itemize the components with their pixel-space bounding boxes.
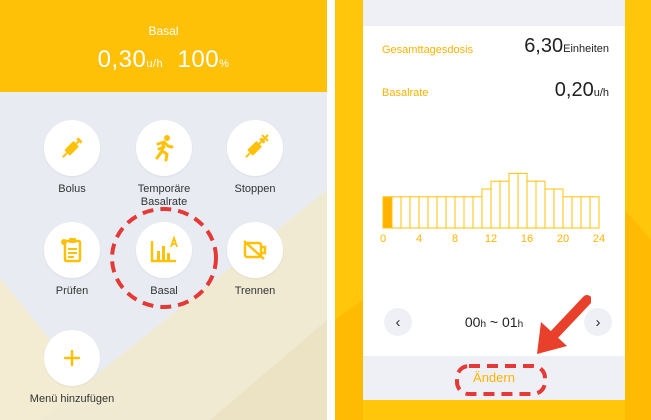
- syringe-icon: [62, 137, 83, 158]
- tick-4: 4: [415, 233, 423, 245]
- time-end: 01: [501, 314, 518, 330]
- basal-bar-hour-15[interactable]: [517, 172, 528, 229]
- basal-rate-number: 0,20: [554, 79, 594, 101]
- stop-label: Stoppen: [234, 183, 276, 195]
- basal-header: Basal 0,30u/h 100%: [0, 0, 327, 92]
- red-arrow-annotation: [537, 295, 591, 354]
- stop-circle: [227, 120, 283, 176]
- basal-bar-hour-8[interactable]: [454, 196, 465, 229]
- basal-menu-screen: Basal 0,30u/h 100% Bolus Temporäre Basal…: [0, 0, 327, 420]
- add-menu-tile[interactable]: Menü hinzufügen: [17, 330, 127, 406]
- basal-bar-hour-10[interactable]: [472, 196, 483, 229]
- basal-bar-hour-5[interactable]: [427, 196, 438, 229]
- basal-bar-hour-11[interactable]: [481, 188, 492, 229]
- basal-highlight-annotation: [110, 207, 218, 309]
- time-separator: ~: [489, 314, 499, 330]
- basal-bar-hour-12[interactable]: [490, 180, 501, 229]
- tick-24: 24: [592, 233, 606, 245]
- basal-bar-hour-7[interactable]: [445, 196, 456, 229]
- tick-12: 12: [484, 233, 498, 245]
- basal-bar-hour-19[interactable]: [553, 188, 564, 229]
- tick-0: 0: [379, 233, 387, 245]
- running-icon: [155, 135, 174, 162]
- basal-rate-unit-right: u/h: [593, 87, 609, 99]
- tick-20: 20: [556, 233, 570, 245]
- syringe-stop-icon: [245, 134, 269, 158]
- basal-bar-hour-0[interactable]: [382, 196, 393, 229]
- basal-bar-hour-22[interactable]: [580, 196, 591, 229]
- disconnect-circle: [227, 222, 283, 278]
- basal-bar-hour-21[interactable]: [571, 196, 582, 229]
- basal-percent-unit: %: [219, 58, 230, 70]
- plus-icon: [63, 349, 81, 367]
- basal-bar-hour-14[interactable]: [508, 172, 519, 229]
- basal-program-screen: Gesamttagesdosis 6,30Einheiten Basalrate…: [335, 0, 651, 420]
- total-dose-number: 6,30: [524, 35, 564, 57]
- card-top-strip: [363, 0, 625, 26]
- basal-rate-unit: u/h: [146, 58, 164, 70]
- basal-rate-value: 0,30: [97, 46, 147, 73]
- time-start: 00: [464, 314, 481, 330]
- stop-tile[interactable]: Stoppen: [200, 120, 310, 196]
- header-values: 0,30u/h 100%: [0, 46, 327, 74]
- total-daily-dose-value: 6,30Einheiten: [524, 35, 609, 58]
- basal-bar-hour-13[interactable]: [499, 180, 510, 229]
- change-highlight-annotation: [455, 364, 547, 396]
- bolus-circle: [44, 120, 100, 176]
- tick-8: 8: [451, 233, 459, 245]
- basal-bar-hour-9[interactable]: [463, 196, 474, 229]
- basal-rate-label: Basalrate: [382, 87, 429, 99]
- basal-bar-hour-1[interactable]: [391, 196, 402, 229]
- tick-16: 16: [520, 233, 534, 245]
- disconnect-icon: [243, 240, 267, 260]
- basal-bar-hour-3[interactable]: [409, 196, 420, 229]
- basal-profile-chart[interactable]: [363, 140, 625, 235]
- basal-bar-hour-23[interactable]: [589, 196, 600, 229]
- time-end-unit: h: [517, 319, 524, 330]
- total-daily-dose-label: Gesamttagesdosis: [382, 44, 474, 56]
- basal-rate-display: 0,20u/h: [555, 79, 609, 102]
- basal-bar-hour-4[interactable]: [418, 196, 429, 229]
- check-circle: [44, 222, 100, 278]
- time-start-unit: h: [480, 319, 487, 330]
- basal-bar-hour-17[interactable]: [535, 180, 546, 229]
- clipboard-check-icon: [61, 238, 82, 263]
- chevron-right-icon: ›: [595, 313, 601, 331]
- basal-bar-hour-2[interactable]: [400, 196, 411, 229]
- add-menu-circle: [44, 330, 100, 386]
- temp-basal-circle: [136, 120, 192, 176]
- basal-bar-hour-6[interactable]: [436, 196, 447, 229]
- basal-bar-hour-20[interactable]: [562, 196, 573, 229]
- add-menu-label: Menü hinzufügen: [29, 393, 115, 405]
- total-dose-unit: Einheiten: [563, 43, 609, 55]
- panel-divider: [327, 0, 335, 420]
- basal-bar-hour-16[interactable]: [526, 180, 537, 229]
- basal-bar-hour-18[interactable]: [544, 188, 555, 229]
- basal-percent-value: 100: [177, 46, 220, 73]
- header-title: Basal: [148, 24, 179, 38]
